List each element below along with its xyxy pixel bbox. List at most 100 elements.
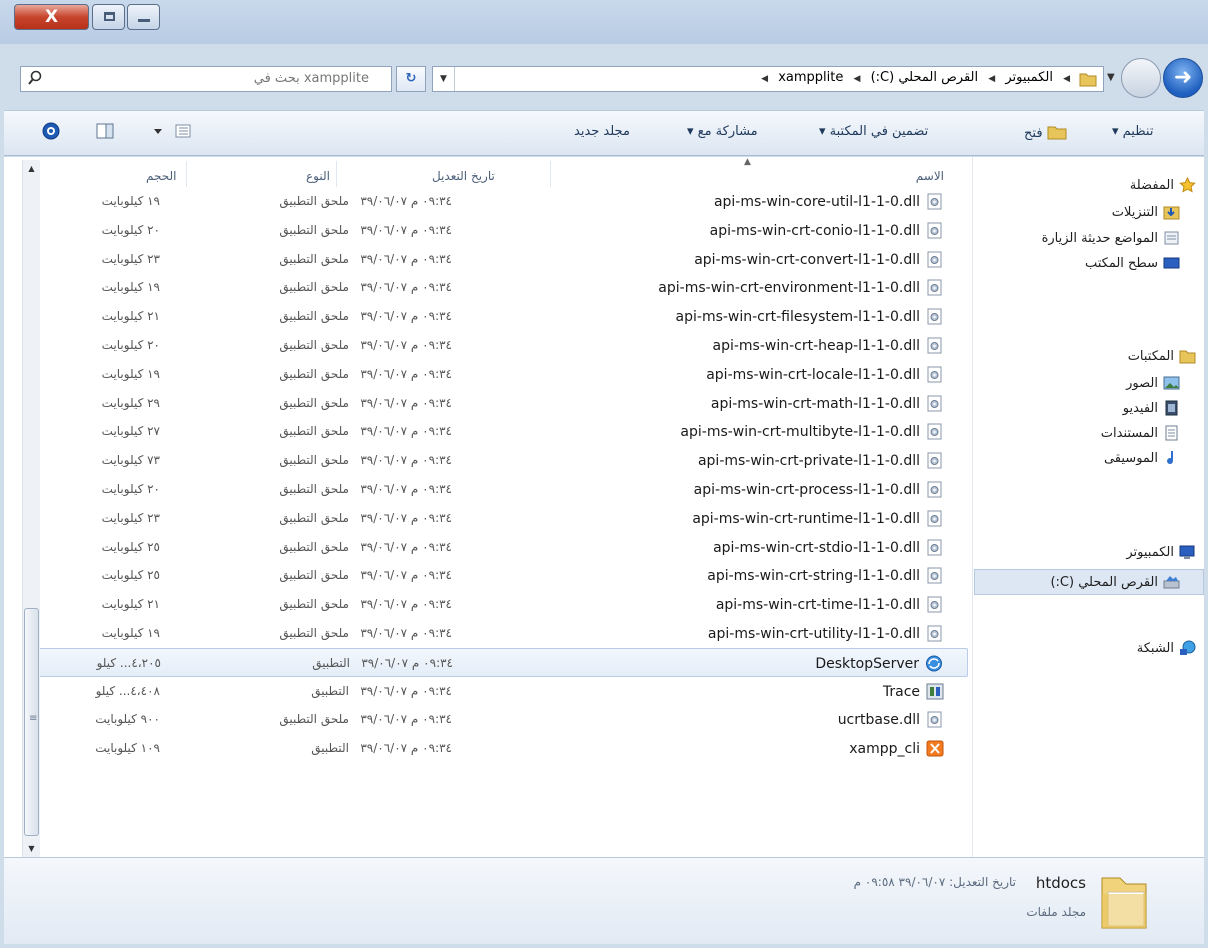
nav-pictures[interactable]: الصور: [1126, 376, 1158, 391]
close-button[interactable]: X: [14, 4, 89, 30]
libraries-icon: [1179, 350, 1196, 364]
file-name: api-ms-win-crt-locale-l1-1-0.dll: [706, 366, 920, 383]
scroll-down-icon[interactable]: ▼: [23, 840, 40, 858]
file-row[interactable]: api-ms-win-crt-string-l1-1-0.dll ٠٩:٣٤ م …: [24, 561, 968, 590]
file-row[interactable]: api-ms-win-crt-conio-l1-1-0.dll ٠٩:٣٤ م ٣…: [24, 216, 968, 245]
preview-pane-icon[interactable]: [96, 123, 114, 139]
column-header-date[interactable]: تاريخ التعديل: [432, 169, 495, 183]
file-type: ملحق التطبيق: [279, 338, 349, 352]
file-row[interactable]: api-ms-win-crt-time-l1-1-0.dll ٠٩:٣٤ م ٣٩…: [24, 590, 968, 619]
scroll-thumb[interactable]: ≡: [24, 608, 39, 836]
nav-music[interactable]: الموسيقى: [1104, 451, 1158, 466]
column-header-size[interactable]: الحجم: [146, 169, 176, 183]
maximize-icon: [104, 12, 115, 21]
refresh-button[interactable]: ↻: [396, 66, 426, 92]
column-divider[interactable]: [186, 161, 187, 187]
address-dropdown-icon[interactable]: ▼: [433, 67, 455, 91]
file-name: api-ms-win-crt-filesystem-l1-1-0.dll: [675, 309, 920, 326]
file-row[interactable]: api-ms-win-crt-process-l1-1-0.dll ٠٩:٣٤ م…: [24, 475, 968, 504]
navigation-pane: المفضلة التنزيلات المواضع حديثة الزيارة …: [972, 157, 1204, 857]
file-row[interactable]: ucrtbase.dll ٠٩:٣٤ م ٣٩/٠٦/٠٧ ملحق التطبيق…: [24, 705, 968, 734]
breadcrumb-xampplite[interactable]: xampplite: [778, 70, 843, 85]
nav-local-disk[interactable]: القرص المحلي (C:): [1050, 575, 1158, 590]
music-icon: [1167, 451, 1174, 465]
file-row[interactable]: api-ms-win-crt-private-l1-1-0.dll ٠٩:٣٤ م…: [24, 446, 968, 475]
breadcrumb-local-disk[interactable]: القرص المحلي (C:): [871, 70, 979, 85]
file-row[interactable]: api-ms-win-crt-convert-l1-1-0.dll ٠٩:٣٤ م…: [24, 245, 968, 274]
share-with-button[interactable]: مشاركة مع ▾: [687, 124, 758, 139]
downloads-icon: [1163, 206, 1180, 220]
file-row[interactable]: Trace ٠٩:٣٤ م ٣٩/٠٦/٠٧ التطبيق ٤،٤٠٨... كيل…: [24, 677, 968, 706]
file-row[interactable]: api-ms-win-crt-environment-l1-1-0.dll ٠٩:…: [24, 273, 968, 302]
breadcrumb-computer[interactable]: الكمبيوتر: [1005, 70, 1053, 85]
file-type: التطبيق: [312, 655, 350, 670]
help-icon[interactable]: [42, 122, 60, 140]
file-row[interactable]: api-ms-win-crt-multibyte-l1-1-0.dll ٠٩:٣٤…: [24, 417, 968, 446]
nav-recent-places[interactable]: المواضع حديثة الزيارة: [1042, 231, 1158, 246]
file-size: ٩٠٠ كيلوبايت: [95, 712, 160, 727]
file-row[interactable]: api-ms-win-crt-runtime-l1-1-0.dll ٠٩:٣٤ م…: [24, 504, 968, 533]
include-in-library-button[interactable]: تضمين في المكتبة ▾: [819, 124, 928, 139]
file-row[interactable]: api-ms-win-crt-heap-l1-1-0.dll ٠٩:٣٤ م ٣٩…: [24, 331, 968, 360]
details-item-type: مجلد ملفات: [1026, 905, 1086, 919]
computer-icon: [1179, 545, 1195, 559]
address-bar[interactable]: ▼ ◀ الكمبيوتر ◀ القرص المحلي (C:) ◀ xamp…: [432, 66, 1104, 92]
file-type: التطبيق: [311, 683, 349, 698]
file-row[interactable]: api-ms-win-crt-stdio-l1-1-0.dll ٠٩:٣٤ م ٣…: [24, 533, 968, 562]
file-name: api-ms-win-crt-runtime-l1-1-0.dll: [692, 510, 920, 527]
file-row[interactable]: api-ms-win-core-util-l1-1-0.dll ٠٩:٣٤ م ٣…: [24, 187, 968, 216]
maximize-button[interactable]: [92, 4, 125, 30]
forward-button[interactable]: [1121, 58, 1161, 98]
file-name: api-ms-win-crt-process-l1-1-0.dll: [693, 482, 920, 498]
file-row[interactable]: xampp_cli ٠٩:٣٤ م ٣٩/٠٦/٠٧ التطبيق ١٠٩ كيلو…: [24, 734, 968, 763]
breadcrumb-separator-icon[interactable]: ◀: [1063, 74, 1070, 84]
file-name: api-ms-win-crt-math-l1-1-0.dll: [710, 395, 920, 412]
change-view-icon[interactable]: [152, 123, 192, 139]
nav-desktop[interactable]: سطح المكتب: [1085, 256, 1158, 271]
file-name: api-ms-win-crt-conio-l1-1-0.dll: [709, 222, 920, 239]
breadcrumb-separator-icon[interactable]: ◀: [988, 74, 995, 84]
column-divider[interactable]: [550, 161, 551, 187]
nav-favorites[interactable]: المفضلة: [1130, 178, 1174, 193]
dll-icon: [926, 279, 944, 296]
vertical-scrollbar[interactable]: ▲ ≡ ▼: [22, 160, 40, 858]
videos-icon: [1165, 400, 1178, 416]
column-header-type[interactable]: النوع: [306, 169, 330, 183]
nav-documents[interactable]: المستندات: [1101, 426, 1158, 441]
file-type: ملحق التطبيق: [279, 568, 349, 583]
star-icon: [1179, 177, 1196, 193]
nav-downloads[interactable]: التنزيلات: [1112, 205, 1158, 220]
breadcrumb-separator-icon[interactable]: ◀: [761, 74, 768, 84]
file-row[interactable]: DesktopServer ٠٩:٣٤ م ٣٩/٠٦/٠٧ التطبيق ٤،٢٠…: [24, 647, 968, 677]
file-row[interactable]: api-ms-win-crt-math-l1-1-0.dll ٠٩:٣٤ م ٣٩…: [24, 389, 968, 418]
file-name: api-ms-win-crt-string-l1-1-0.dll: [707, 568, 920, 585]
file-row[interactable]: api-ms-win-crt-utility-l1-1-0.dll ٠٩:٣٤ م…: [24, 619, 968, 648]
file-row[interactable]: api-ms-win-crt-locale-l1-1-0.dll ٠٩:٣٤ م …: [24, 360, 968, 389]
file-row[interactable]: api-ms-win-crt-filesystem-l1-1-0.dll ٠٩:٣…: [24, 302, 968, 331]
large-folder-icon: [1101, 877, 1147, 929]
nav-libraries[interactable]: المكتبات: [1128, 349, 1174, 364]
nav-network[interactable]: الشبكة: [1137, 641, 1174, 656]
recent-pages-dropdown-icon[interactable]: ▼: [1107, 72, 1115, 83]
file-type: ملحق التطبيق: [279, 194, 349, 208]
file-type: ملحق التطبيق: [279, 395, 349, 410]
breadcrumb-separator-icon[interactable]: ◀: [854, 74, 861, 84]
column-divider[interactable]: [336, 161, 337, 187]
nav-videos[interactable]: الفيديو: [1123, 401, 1158, 416]
organize-button[interactable]: تنظيم ▾: [1112, 124, 1153, 139]
file-size: ١٠٩ كيلوبايت: [95, 741, 160, 756]
file-size: ٢٠ كيلوبايت: [101, 338, 160, 352]
minimize-button[interactable]: [127, 4, 160, 30]
file-size: ٢٠ كيلوبايت: [101, 482, 160, 496]
column-header-name[interactable]: الاسم: [916, 169, 944, 183]
scroll-up-icon[interactable]: ▲: [23, 160, 40, 178]
open-label: فتح: [1024, 126, 1043, 141]
open-button[interactable]: فتح: [1024, 124, 1067, 141]
back-button[interactable]: ➜: [1163, 58, 1203, 98]
nav-computer[interactable]: الكمبيوتر: [1126, 545, 1174, 560]
search-input[interactable]: بحث في xampplite: [20, 66, 392, 92]
new-folder-button[interactable]: مجلد جديد: [574, 124, 630, 139]
file-type: ملحق التطبيق: [279, 510, 349, 525]
file-size: ٤،٢٠٥... كيلو: [96, 655, 161, 670]
dll-icon: [926, 510, 944, 527]
